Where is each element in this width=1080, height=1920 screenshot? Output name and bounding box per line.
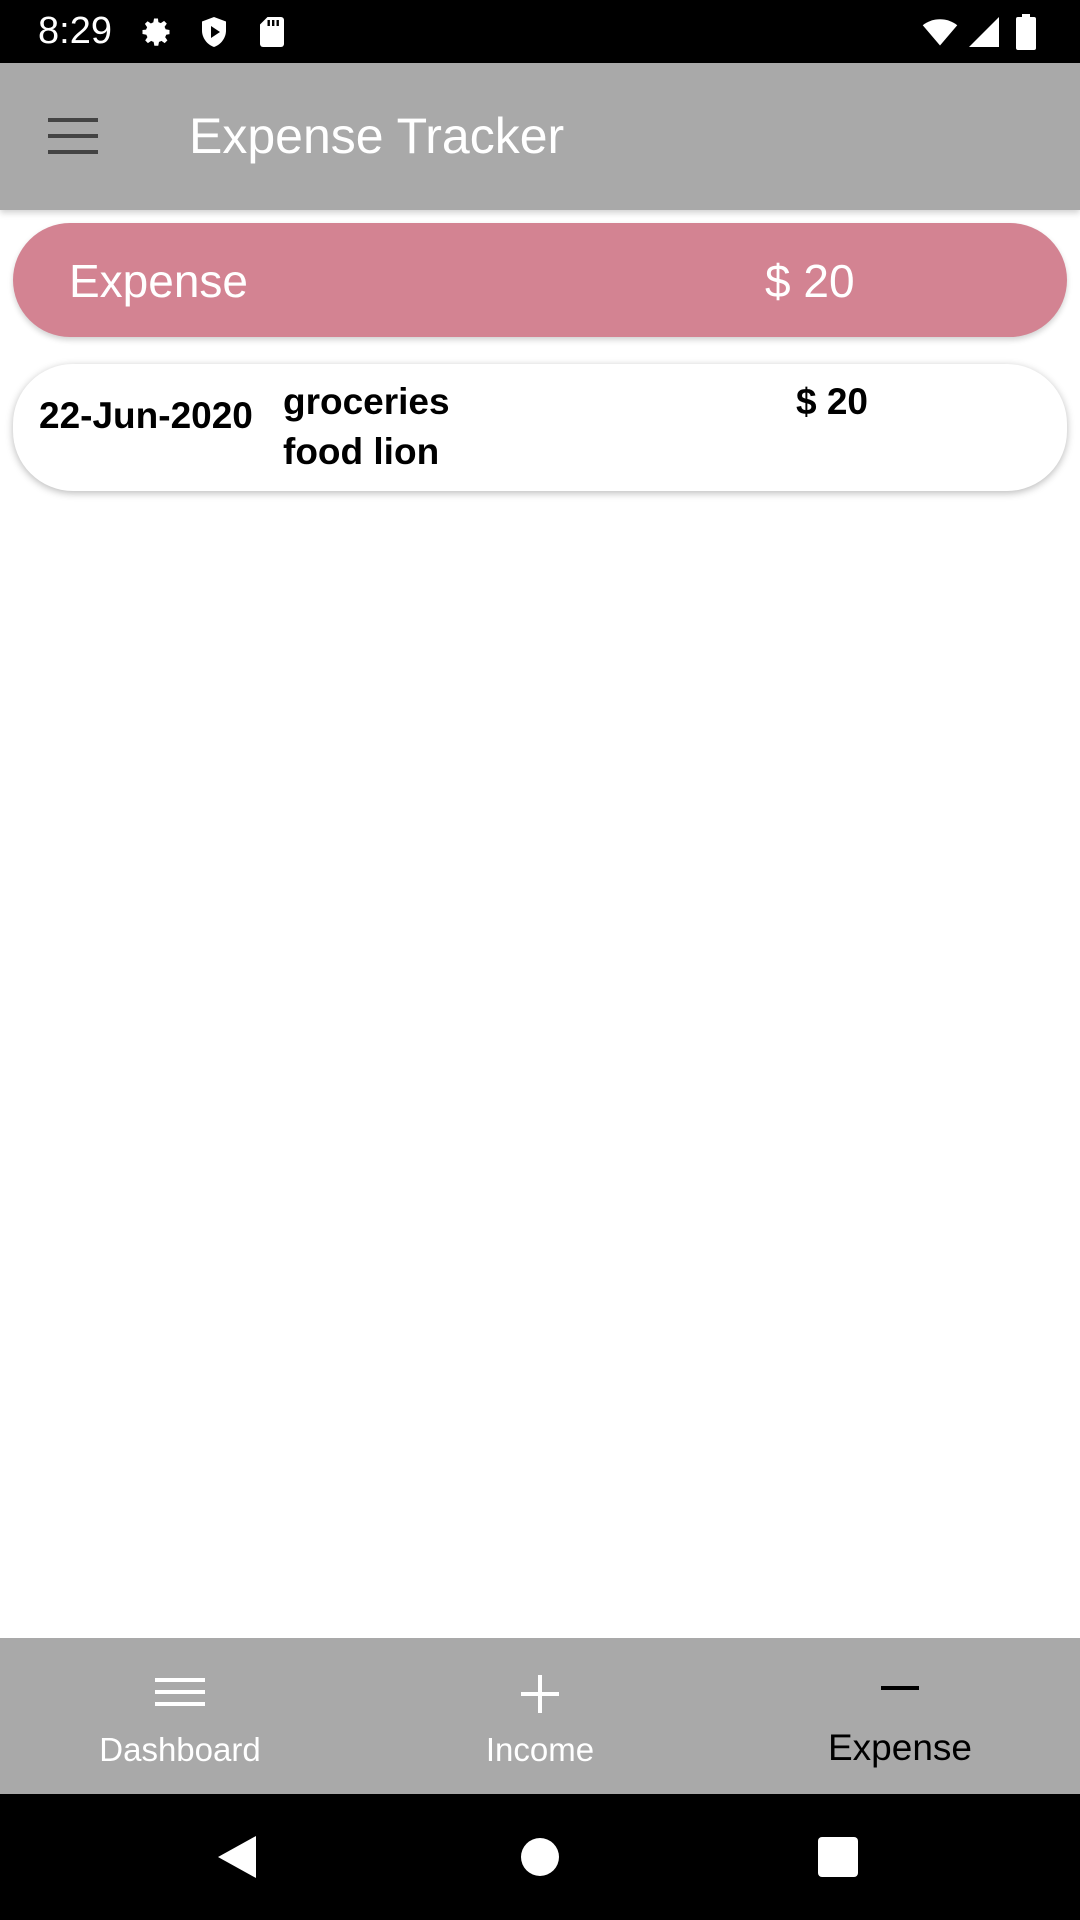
nav-item-expense[interactable]: Expense [720,1638,1080,1794]
back-icon[interactable] [208,1827,268,1887]
wifi-icon [922,14,958,50]
list-item[interactable]: 22-Jun-2020 groceries food lion $ 20 [13,364,1067,491]
transaction-date: 22-Jun-2020 [39,395,253,436]
menu-button[interactable] [34,103,112,169]
nav-item-income[interactable]: Income [360,1638,720,1794]
shield-play-icon [196,14,232,50]
plus-icon [510,1668,570,1720]
summary-label: Expense [69,255,249,307]
minus-icon [870,1668,930,1720]
battery-icon [1014,14,1048,50]
transaction-amount: $ 20 [796,381,869,422]
nav-label-dashboard: Dashboard [99,1731,261,1768]
nav-item-dashboard[interactable]: Dashboard [0,1638,360,1794]
hamburger-menu-icon [48,118,98,154]
bottom-navigation: Dashboard Income Expense [0,1638,1080,1794]
settings-gear-icon [138,14,174,50]
transaction-category: groceries [283,381,450,422]
status-bar: 8:29 [0,0,1080,63]
page-title: Expense Tracker [189,108,565,164]
sd-card-icon [254,14,290,50]
summary-amount: $ 20 [765,255,855,307]
status-time: 8:29 [38,10,112,52]
cell-signal-icon [966,14,1002,50]
expense-summary: Expense $ 20 [13,223,1067,337]
app-bar: Expense Tracker [0,63,1080,210]
home-icon[interactable] [510,1827,570,1887]
system-navigation-bar [0,1794,1080,1920]
nav-label-expense: Expense [828,1727,972,1768]
list-icon [150,1668,210,1720]
recents-icon[interactable] [808,1827,868,1887]
nav-label-income: Income [485,1731,595,1768]
transaction-note: food lion [283,431,440,472]
